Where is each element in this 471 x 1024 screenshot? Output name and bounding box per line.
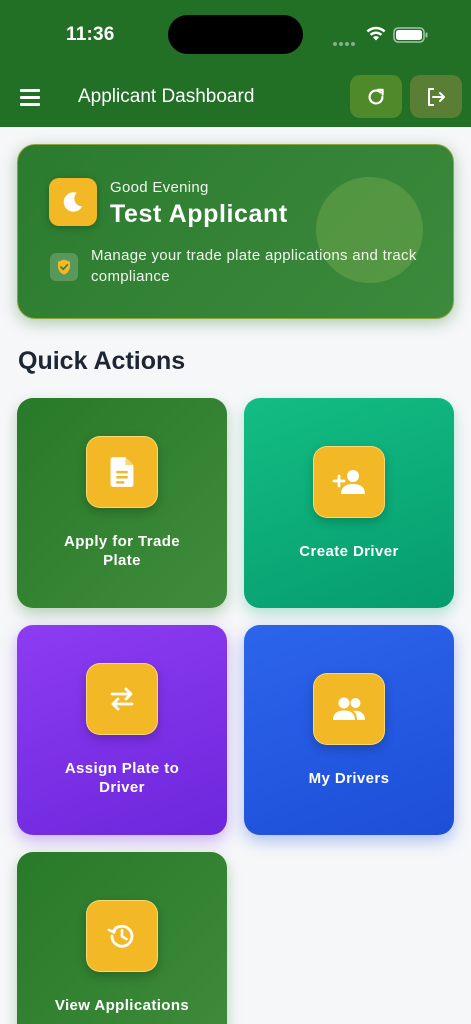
tile-label: Assign Plate to Driver <box>64 760 180 796</box>
hamburger-menu-icon[interactable] <box>18 84 44 110</box>
create-driver-card[interactable]: Create Driver <box>244 398 454 608</box>
tile-label: View Applications <box>54 996 190 1014</box>
greeting-message: Manage your trade plate applications and… <box>91 247 417 285</box>
apply-trade-plate-card[interactable]: Apply for Trade Plate <box>17 398 227 608</box>
app-header: 11:36 Applicant Dashboard <box>0 0 471 127</box>
logout-button[interactable] <box>410 75 462 118</box>
refresh-button[interactable] <box>350 75 402 118</box>
shield-check-icon <box>50 253 78 281</box>
status-time: 11:36 <box>66 24 115 45</box>
moon-icon <box>49 178 97 226</box>
assign-plate-card[interactable]: Assign Plate to Driver <box>17 625 227 835</box>
document-icon <box>86 436 158 508</box>
history-icon <box>86 899 158 972</box>
add-person-icon <box>313 445 385 518</box>
user-name: Test Applicant <box>110 200 288 228</box>
my-drivers-card[interactable]: My Drivers <box>244 625 454 835</box>
battery-icon <box>393 27 428 43</box>
swap-arrows-icon <box>86 663 158 735</box>
view-applications-card[interactable]: View Applications <box>17 852 227 1024</box>
page-title: Applicant Dashboard <box>78 86 255 107</box>
greeting-card: Good Evening Test Applicant Manage your … <box>17 144 454 319</box>
logout-icon <box>428 87 445 106</box>
refresh-icon <box>368 88 384 105</box>
people-icon <box>313 672 385 745</box>
section-title: Quick Actions <box>18 347 186 375</box>
tile-label: My Drivers <box>308 769 390 787</box>
tile-label: Apply for Trade Plate <box>63 533 181 569</box>
cellular-signal-icon <box>333 33 357 51</box>
dynamic-island <box>168 15 303 54</box>
wifi-icon <box>366 26 386 41</box>
greeting-text: Good Evening <box>110 179 209 196</box>
tile-label: Create Driver <box>299 542 399 560</box>
